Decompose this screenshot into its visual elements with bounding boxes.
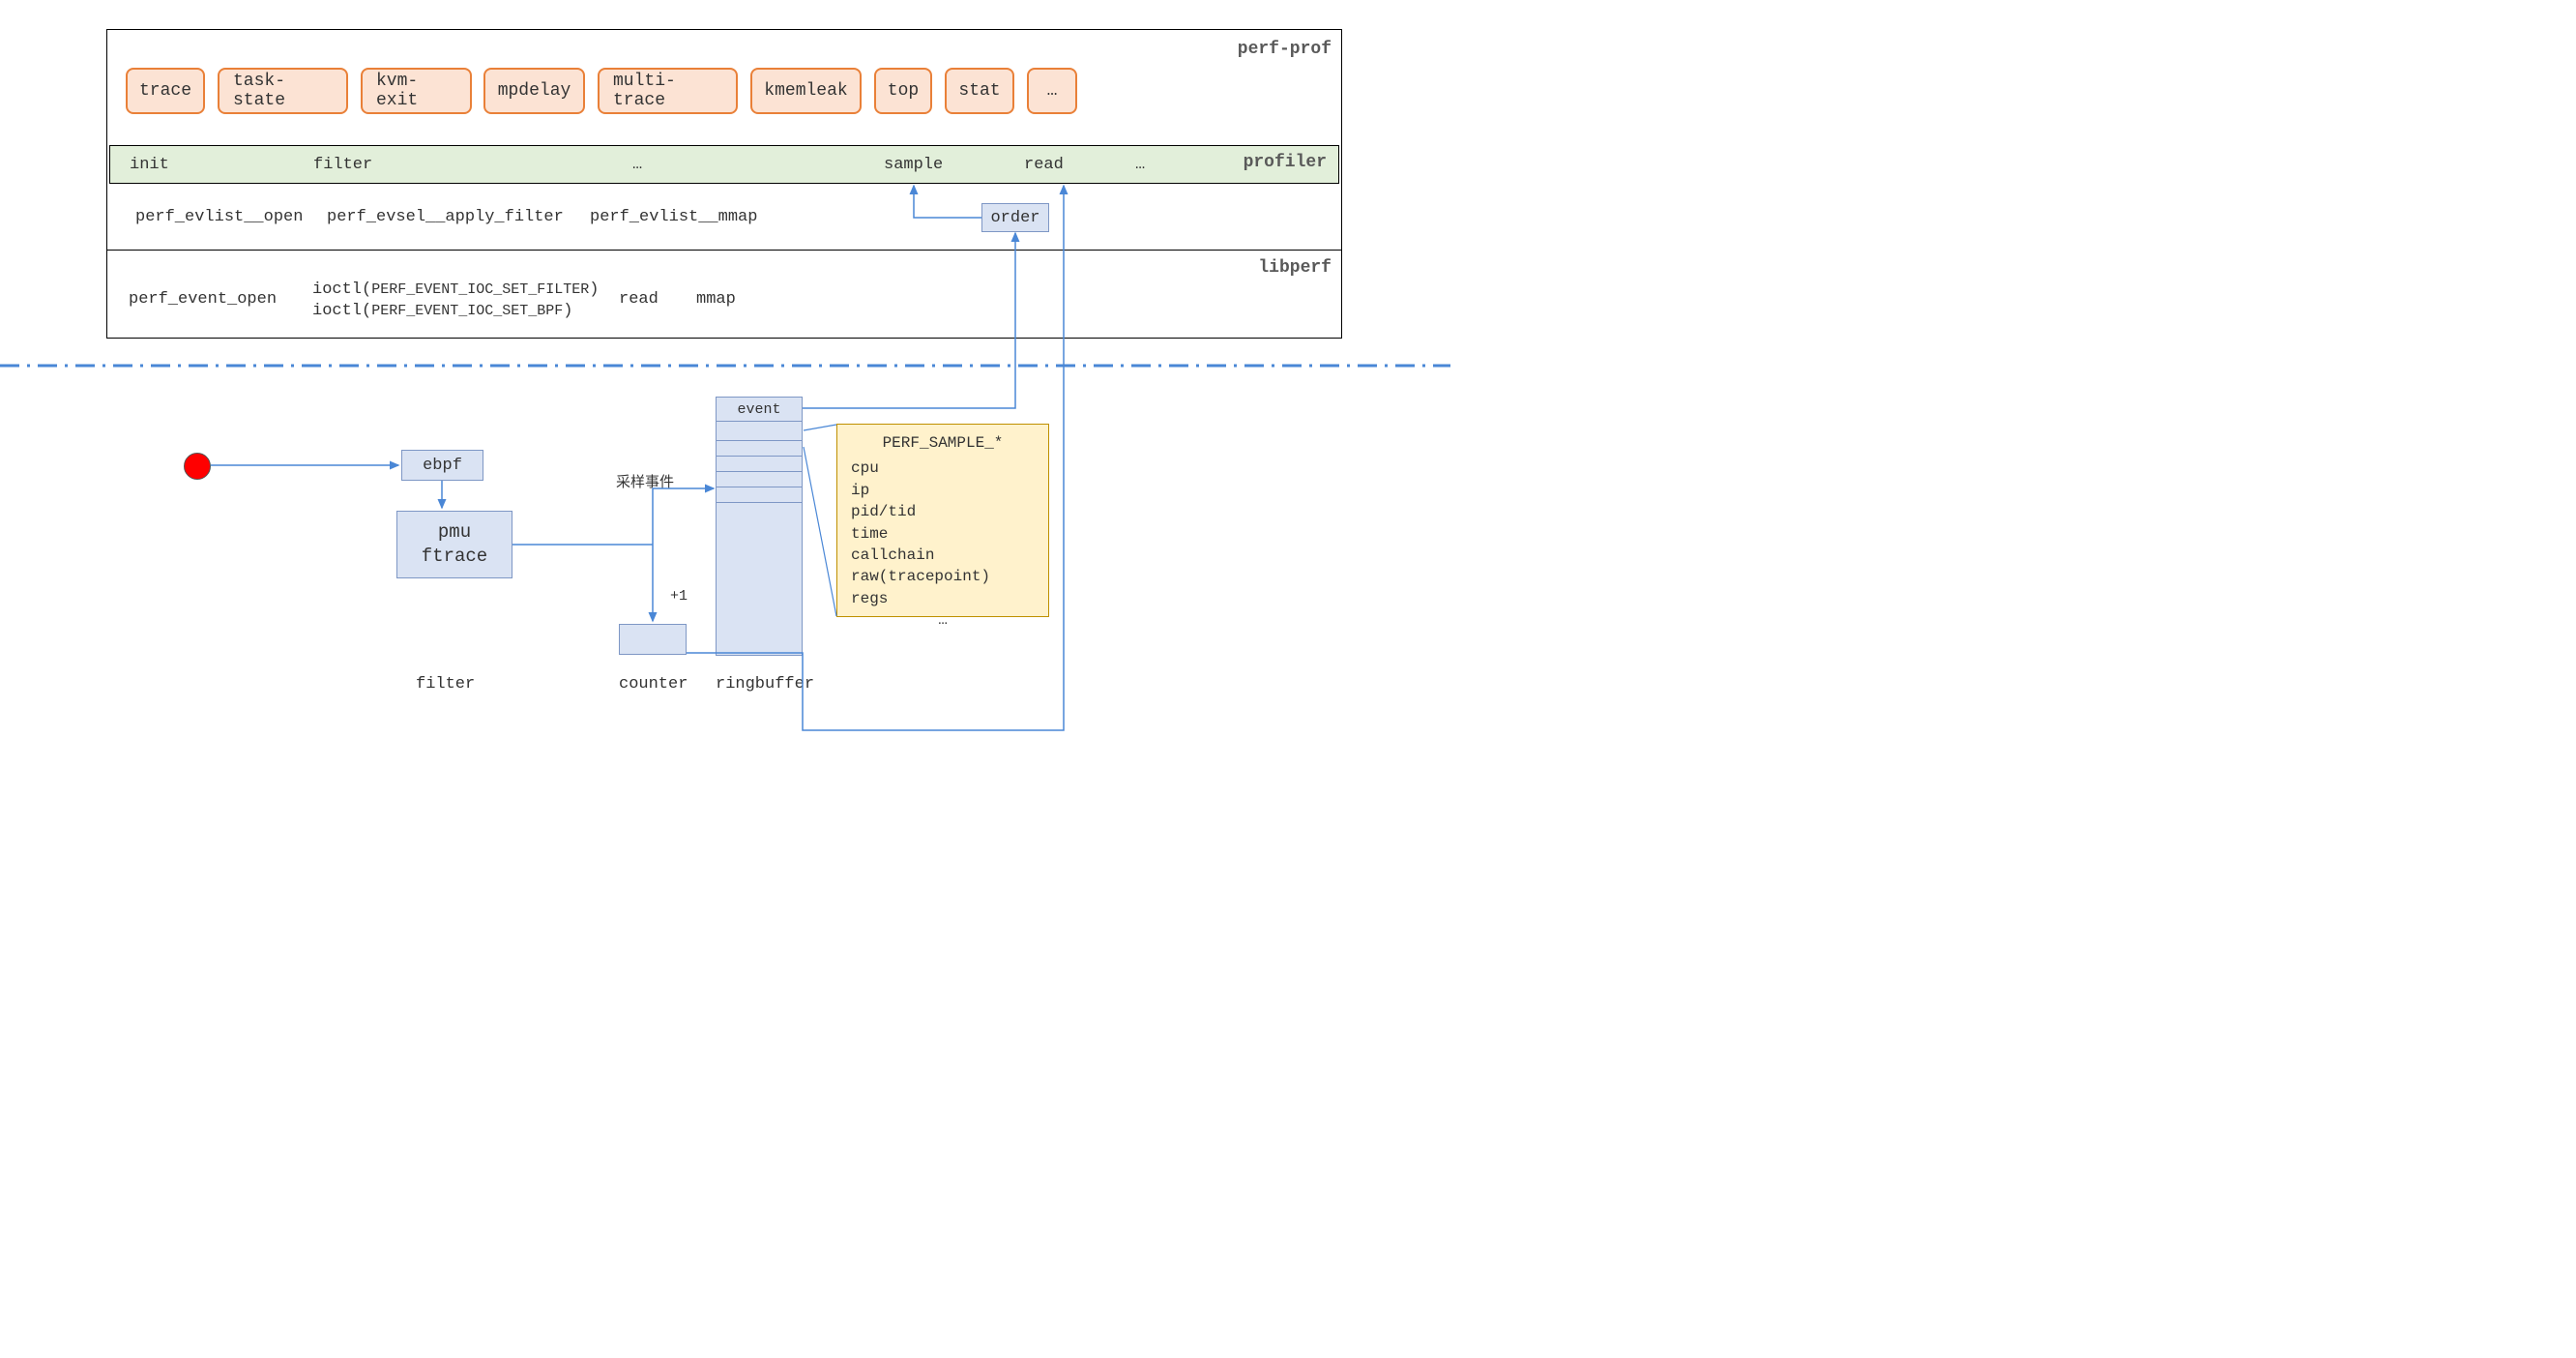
profiler-dots: … [632,146,642,183]
perf-sample-line: regs [851,588,1035,609]
module-label: kmemleak [764,81,847,101]
ringbuffer-label: ringbuffer [716,675,814,694]
module-label: stat [958,81,1000,101]
filter-label: filter [416,675,475,694]
ioctl-bpf-label: ioctl(PERF_EVENT_IOC_SET_BPF) [312,302,572,320]
libperf-title: libperf [1258,258,1332,278]
perf-event-open-label: perf_event_open [129,290,277,309]
evlist-open-label: perf_evlist__open [135,208,303,226]
module-label: multi-trace [613,72,722,110]
counter-label: counter [619,675,688,694]
counter-box [619,624,687,655]
perf-sample-trailing: … [851,609,1035,631]
libperf-read-label: read [619,290,659,309]
module-more: … [1027,68,1077,114]
ioctl-filter-label: ioctl(PERF_EVENT_IOC_SET_FILTER) [312,280,599,299]
profiler-filter: filter [313,146,372,183]
libperf-mmap-label: mmap [696,290,736,309]
module-label: task-state [233,72,333,110]
module-label: mpdelay [498,81,571,101]
perf-sample-title: PERF_SAMPLE_* [851,432,1035,454]
perf-sample-line: ip [851,480,1035,501]
evsel-apply-filter-label: perf_evsel__apply_filter [327,208,564,226]
perf-sample-line: raw(tracepoint) [851,566,1035,587]
module-task-state: task-state [218,68,348,114]
profiler-read: read [1024,146,1064,183]
module-mpdelay: mpdelay [483,68,585,114]
module-kvm-exit: kvm-exit [361,68,472,114]
perf-sample-line: pid/tid [851,501,1035,522]
pmu-label: pmu [438,520,471,545]
perf-sample-box: PERF_SAMPLE_* cpu ip pid/tid time callch… [836,424,1049,617]
profiler-dots2: … [1135,146,1145,183]
module-top: top [874,68,932,114]
diagram-canvas: perf-prof trace task-state kvm-exit mpde… [0,0,1450,774]
module-kmemleak: kmemleak [750,68,862,114]
perf-sample-line: cpu [851,458,1035,479]
module-label: kvm-exit [376,72,456,110]
profiler-init: init [130,146,169,183]
perf-prof-title: perf-prof [1238,40,1332,59]
ringbuffer-stack: event [716,397,803,656]
module-label: … [1047,81,1058,101]
ebpf-label: ebpf [423,457,462,475]
plus-one-label: +1 [670,588,688,605]
module-trace: trace [126,68,205,114]
ftrace-label: ftrace [422,545,487,569]
evlist-mmap-label: perf_evlist__mmap [590,208,757,226]
order-label: order [990,209,1039,227]
module-label: trace [139,81,191,101]
ringbuffer-event-label: event [717,399,802,419]
profiler-sample: sample [884,146,943,183]
trigger-dot [184,453,211,480]
profiler-title: profiler [1244,153,1327,172]
profiler-bar: init filter … sample read … profiler [109,145,1339,184]
module-stat: stat [945,68,1014,114]
order-box: order [981,203,1049,232]
pmu-ftrace-box: pmu ftrace [396,511,512,578]
perf-sample-line: callchain [851,545,1035,566]
sample-event-cn-label: 采样事件 [616,471,674,491]
perf-sample-line: time [851,523,1035,545]
ebpf-box: ebpf [401,450,483,481]
module-label: top [888,81,919,101]
module-multi-trace: multi-trace [598,68,738,114]
